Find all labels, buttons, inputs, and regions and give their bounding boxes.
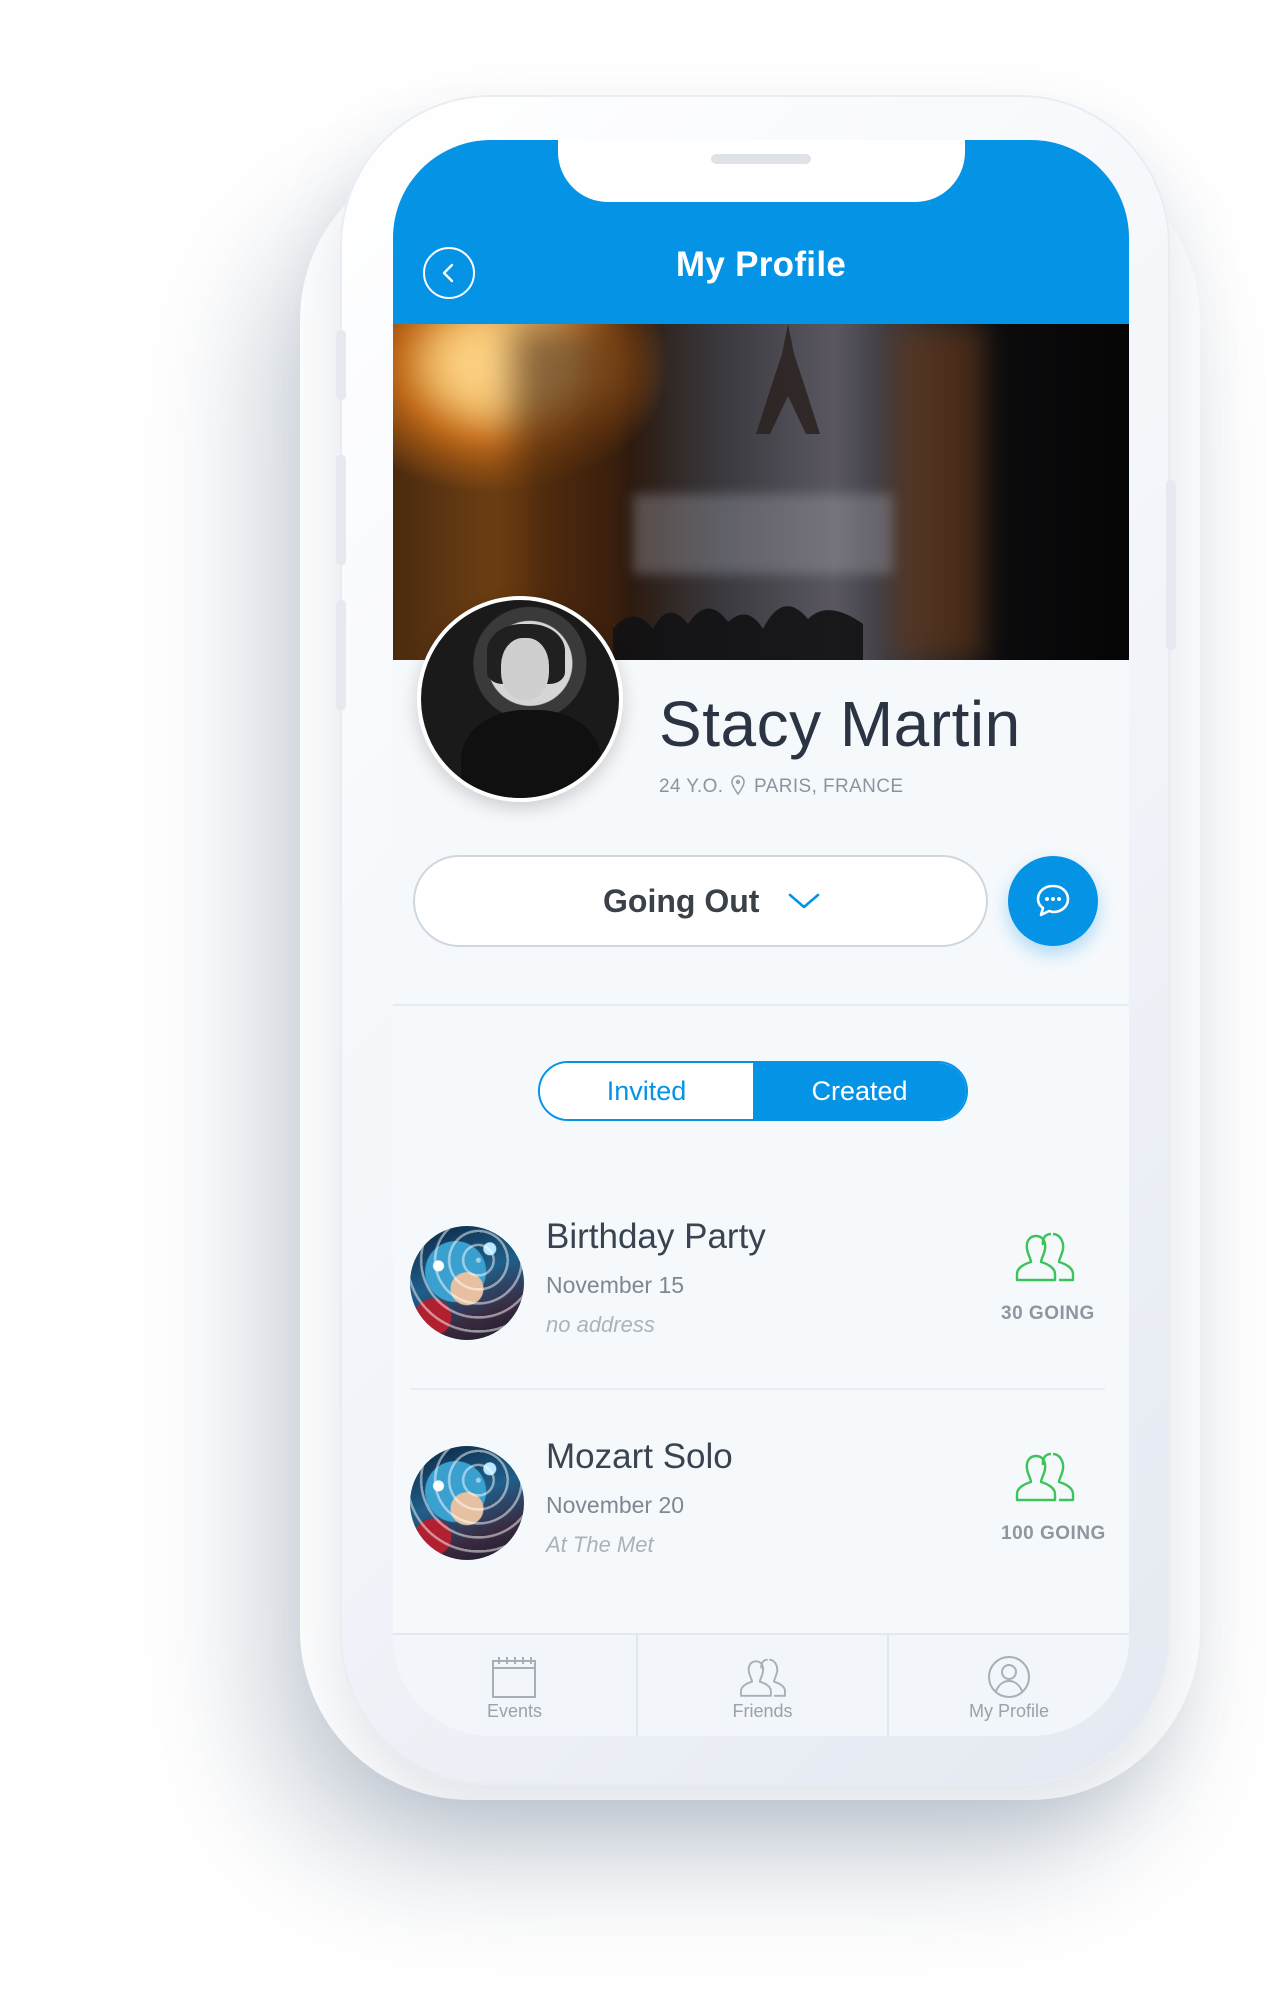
event-title: Birthday Party — [546, 1217, 766, 1256]
event-address: At The Met — [546, 1532, 654, 1557]
volume-up-button — [336, 455, 346, 565]
group-icon — [1015, 1452, 1075, 1502]
event-thumbnail — [410, 1446, 524, 1560]
calendar-icon — [492, 1657, 536, 1698]
event-address: no address — [546, 1312, 655, 1337]
profile-icon — [988, 1656, 1030, 1698]
going-count: 100 GOING — [1001, 1523, 1106, 1544]
chat-bubble-icon — [1036, 884, 1070, 917]
tab-my-profile[interactable]: My Profile — [889, 1635, 1129, 1736]
event-date: November 15 — [546, 1272, 685, 1298]
going-count: 30 GOING — [1001, 1303, 1095, 1324]
event-title: Mozart Solo — [546, 1437, 733, 1476]
phone-notch — [558, 140, 965, 202]
chat-button[interactable] — [1008, 856, 1098, 946]
tab-friends-label: Friends — [732, 1701, 793, 1721]
power-button — [1166, 480, 1176, 650]
chevron-down-icon — [788, 893, 820, 909]
eiffel-tower-silhouette — [756, 324, 820, 434]
friends-icon — [740, 1658, 786, 1697]
phone-screen: My Profile Stacy Martin 24 Y.O. PARIS, F… — [393, 140, 1129, 1736]
trees-silhouette — [613, 606, 863, 660]
profile-location: PARIS, FRANCE — [754, 776, 904, 797]
profile-age: 24 Y.O. — [659, 776, 724, 797]
page-title: My Profile — [675, 245, 847, 284]
tab-friends[interactable]: Friends — [638, 1635, 887, 1736]
profile-name: Stacy Martin — [659, 688, 1021, 760]
tab-events[interactable]: Events — [393, 1635, 636, 1736]
bottom-tab-bar: Events Friends My Profile — [393, 1633, 1129, 1736]
status-dropdown[interactable]: Going Out — [413, 855, 988, 947]
speaker-grille — [711, 154, 811, 164]
tab-events-label: Events — [486, 1701, 543, 1721]
mute-switch — [336, 330, 346, 400]
status-dropdown-label: Going Out — [603, 883, 760, 919]
group-icon — [1015, 1232, 1075, 1282]
volume-down-button — [336, 600, 346, 710]
section-divider — [393, 1004, 1129, 1006]
tab-invited[interactable]: Invited — [540, 1063, 753, 1119]
event-thumbnail — [410, 1226, 524, 1340]
event-date: November 20 — [546, 1492, 685, 1518]
profile-avatar[interactable] — [417, 596, 623, 802]
tab-my-profile-label: My Profile — [968, 1701, 1049, 1721]
events-segmented-control: Invited Created — [538, 1061, 968, 1121]
tab-created[interactable]: Created — [753, 1063, 966, 1119]
list-divider — [410, 1388, 1105, 1390]
map-pin-icon — [731, 775, 745, 795]
